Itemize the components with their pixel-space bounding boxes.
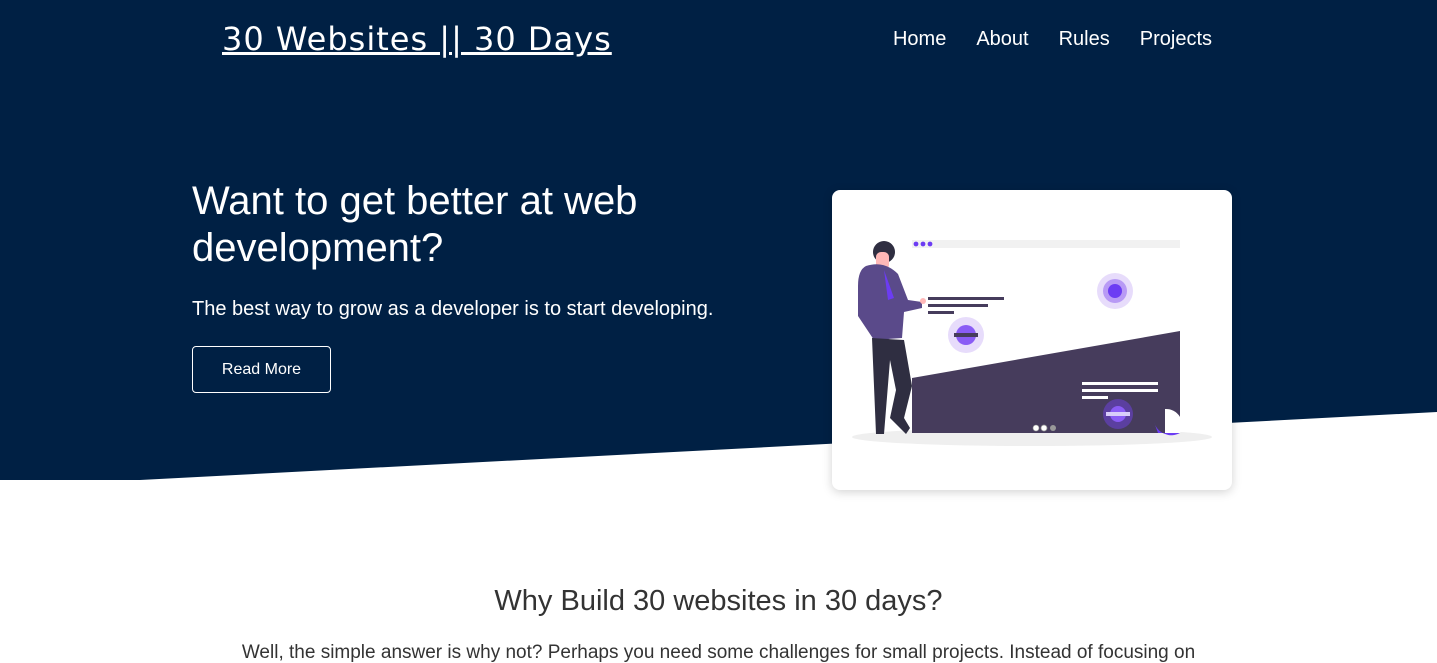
hero-illustration-card [832, 190, 1232, 490]
nav-projects[interactable]: Projects [1140, 28, 1212, 51]
nav-about[interactable]: About [976, 28, 1028, 51]
hero-subtext: The best way to grow as a developer is t… [192, 298, 714, 320]
why-text: Well, the simple answer is why not? Perh… [241, 642, 1196, 663]
hero-headline: Want to get better at web development? [192, 179, 638, 270]
read-more-button[interactable]: Read More [192, 346, 331, 393]
presentation-illustration-icon [852, 240, 1212, 446]
main-nav: Home About Rules Projects [893, 28, 1212, 51]
nav-home[interactable]: Home [893, 28, 946, 51]
nav-rules[interactable]: Rules [1059, 28, 1110, 51]
site-logo[interactable]: 30 Websites || 30 Days [222, 20, 612, 58]
why-title: Why Build 30 websites in 30 days? [494, 585, 943, 617]
